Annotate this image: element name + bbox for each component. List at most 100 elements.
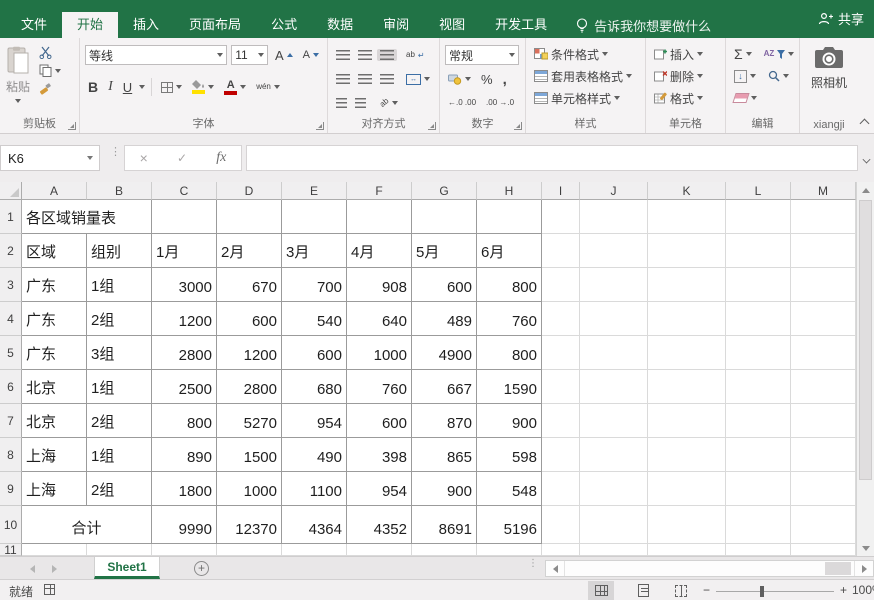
column-header-M[interactable]: M [791,182,856,200]
align-left-button[interactable] [333,73,353,85]
cell-F5[interactable]: 1000 [347,336,412,370]
normal-view-button[interactable] [588,581,614,600]
scroll-left-button[interactable] [546,561,565,576]
cell-J5[interactable] [580,336,648,370]
ribbon-tab-开发工具[interactable]: 开发工具 [480,12,562,38]
cell-A4[interactable]: 广东 [22,302,87,336]
cell-A10[interactable]: 合计 [22,506,152,544]
cell-H11[interactable] [477,544,542,556]
page-break-view-button[interactable] [668,581,694,600]
cell-L9[interactable] [726,472,791,506]
format-painter-button[interactable] [36,81,64,96]
cell-F7[interactable]: 600 [347,404,412,438]
decrease-decimal-button[interactable]: .00 →.0 [483,98,517,108]
cell-A11[interactable] [22,544,87,556]
cell-F8[interactable]: 398 [347,438,412,472]
font-dialog-launcher[interactable] [316,122,324,130]
ribbon-tab-页面布局[interactable]: 页面布局 [174,12,256,38]
cell-E10[interactable]: 4364 [282,506,347,544]
cell-K10[interactable] [648,506,726,544]
cell-D11[interactable] [217,544,282,556]
cell-I5[interactable] [542,336,580,370]
cell-L1[interactable] [726,200,791,234]
cell-B9[interactable]: 2组 [87,472,152,506]
cell-K8[interactable] [648,438,726,472]
cell-J1[interactable] [580,200,648,234]
cell-C8[interactable]: 890 [152,438,217,472]
horizontal-scrollbar[interactable] [545,560,874,577]
cell-I11[interactable] [542,544,580,556]
sort-filter-button[interactable]: AZ [761,49,798,60]
underline-button[interactable]: U [120,79,135,96]
next-sheet-button[interactable] [52,565,57,573]
conditional-formatting-button[interactable]: 条件格式 [531,45,611,64]
cell-L10[interactable] [726,506,791,544]
cell-J4[interactable] [580,302,648,336]
cell-A9[interactable]: 上海 [22,472,87,506]
camera-button[interactable]: 照相机 [800,38,858,116]
cell-A5[interactable]: 广东 [22,336,87,370]
cell-C2[interactable]: 1月 [152,234,217,268]
cell-K5[interactable] [648,336,726,370]
insert-function-button[interactable]: fx [216,150,226,166]
cell-C6[interactable]: 2500 [152,370,217,404]
cell-E7[interactable]: 954 [282,404,347,438]
column-header-A[interactable]: A [22,182,87,200]
cell-G10[interactable]: 8691 [412,506,477,544]
cell-L7[interactable] [726,404,791,438]
cell-G3[interactable]: 600 [412,268,477,302]
cell-D2[interactable]: 2月 [217,234,282,268]
cell-C1[interactable] [152,200,217,234]
cell-A8[interactable]: 上海 [22,438,87,472]
collapse-ribbon-icon[interactable] [860,119,870,129]
cell-styles-button[interactable]: 单元格样式 [531,89,623,108]
cell-C5[interactable]: 2800 [152,336,217,370]
cell-F10[interactable]: 4352 [347,506,412,544]
row-header-10[interactable]: 10 [0,506,22,544]
ribbon-tab-开始[interactable]: 开始 [62,12,118,38]
formula-input[interactable] [246,145,858,171]
paste-dropdown-icon[interactable] [15,99,21,103]
column-header-E[interactable]: E [282,182,347,200]
row-header-1[interactable]: 1 [0,200,22,234]
ribbon-tab-插入[interactable]: 插入 [118,12,174,38]
cell-B6[interactable]: 1组 [87,370,152,404]
cell-F11[interactable] [347,544,412,556]
italic-button[interactable]: I [105,78,116,96]
cell-H3[interactable]: 800 [477,268,542,302]
cell-L4[interactable] [726,302,791,336]
cell-E8[interactable]: 490 [282,438,347,472]
cut-button[interactable] [36,45,64,60]
increase-decimal-button[interactable]: ←.0 .00 [445,98,479,108]
copy-button[interactable] [36,63,64,78]
phonetic-button[interactable]: wén [253,82,283,92]
cell-F2[interactable]: 4月 [347,234,412,268]
cell-K3[interactable] [648,268,726,302]
cell-L3[interactable] [726,268,791,302]
enter-button[interactable]: ✓ [177,151,187,165]
insert-cells-button[interactable]: 插入 [651,45,706,64]
cell-J11[interactable] [580,544,648,556]
zoom-slider-thumb[interactable] [760,586,764,597]
cell-C9[interactable]: 1800 [152,472,217,506]
row-header-3[interactable]: 3 [0,268,22,302]
cell-I4[interactable] [542,302,580,336]
expand-formula-bar-icon[interactable] [863,156,871,164]
cell-G2[interactable]: 5月 [412,234,477,268]
cell-K11[interactable] [648,544,726,556]
zoom-level[interactable]: 100% [852,583,874,597]
cell-K6[interactable] [648,370,726,404]
scroll-up-button[interactable] [857,182,874,198]
cell-M4[interactable] [791,302,856,336]
cell-H5[interactable]: 800 [477,336,542,370]
clipboard-dialog-launcher[interactable] [68,122,76,130]
name-box[interactable]: K6 [0,145,100,171]
cell-A3[interactable]: 广东 [22,268,87,302]
cell-I8[interactable] [542,438,580,472]
cell-K1[interactable] [648,200,726,234]
borders-button[interactable] [158,81,185,94]
row-header-7[interactable]: 7 [0,404,22,438]
cell-L2[interactable] [726,234,791,268]
row-header-4[interactable]: 4 [0,302,22,336]
cell-C7[interactable]: 800 [152,404,217,438]
